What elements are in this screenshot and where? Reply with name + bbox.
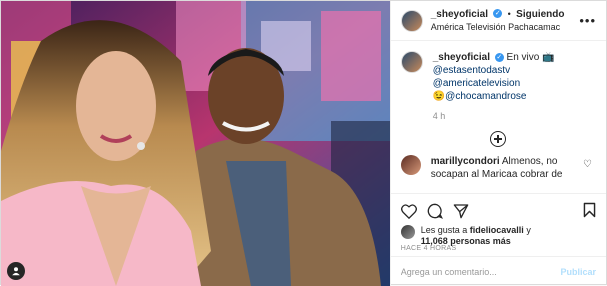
- post-photo-illustration: [1, 1, 390, 286]
- verified-badge-icon: ✓: [494, 52, 504, 62]
- liker-avatar[interactable]: [400, 225, 415, 239]
- mention-link[interactable]: @estasentodastv: [433, 65, 510, 76]
- comment-icon[interactable]: [427, 203, 443, 219]
- likes-summary: Les gusta a fideliocavalli y 11,068 pers…: [400, 225, 596, 247]
- likes-prefix: Les gusta a: [420, 225, 468, 235]
- comment-item: marillycondori Almenos, no socapan al Ma…: [400, 155, 596, 181]
- caption-live-text: En vivo: [506, 52, 540, 63]
- mention-link[interactable]: @chocamandrose: [445, 91, 526, 102]
- post-sidebar: _sheyoficial ✓ • Siguiendo América Telev…: [389, 1, 606, 286]
- following-button[interactable]: Siguiendo: [516, 9, 564, 20]
- more-options-icon[interactable]: •••: [579, 13, 596, 28]
- bookmark-icon[interactable]: [583, 202, 596, 221]
- plus-circle-icon[interactable]: [490, 131, 507, 147]
- mention-link[interactable]: @americatelevision: [433, 78, 520, 89]
- commenter-username[interactable]: marillycondori: [431, 156, 500, 167]
- post-header: _sheyoficial ✓ • Siguiendo América Telev…: [390, 1, 606, 41]
- user-tag-icon[interactable]: [7, 262, 25, 280]
- separator-dot: •: [507, 9, 511, 19]
- comments-section: _sheyoficial ✓ En vivo 📺 @estasentodastv…: [391, 41, 606, 193]
- commenter-avatar[interactable]: [400, 155, 421, 175]
- location-link[interactable]: América Televisión Pachacamac: [431, 21, 565, 34]
- add-comment-bar: Publicar: [390, 256, 606, 286]
- caption: _sheyoficial ✓ En vivo 📺 @estasentodastv…: [400, 51, 596, 103]
- likes-connector: y: [526, 225, 531, 235]
- comment-like-heart-icon[interactable]: ♡: [583, 159, 592, 170]
- heart-icon[interactable]: [400, 203, 417, 219]
- verified-badge-icon: ✓: [493, 9, 503, 19]
- liker-username[interactable]: fideliocavalli: [470, 225, 524, 235]
- caption-text: _sheyoficial ✓ En vivo 📺 @estasentodastv…: [433, 51, 596, 103]
- share-icon[interactable]: [453, 203, 469, 219]
- caption-avatar[interactable]: [400, 51, 423, 73]
- comment-text: marillycondori Almenos, no socapan al Ma…: [431, 155, 571, 181]
- caption-time[interactable]: 4 h: [433, 111, 596, 121]
- comment-input[interactable]: [400, 266, 551, 277]
- post-photo[interactable]: [1, 1, 390, 286]
- likes-count[interactable]: 11,068 personas más: [421, 236, 511, 246]
- post-header-text: _sheyoficial ✓ • Siguiendo América Telev…: [431, 7, 565, 34]
- username-link[interactable]: _sheyoficial: [431, 9, 488, 20]
- tv-emoji: 📺: [542, 52, 555, 63]
- wink-emoji: 😉: [432, 91, 446, 102]
- publish-button[interactable]: Publicar: [560, 267, 596, 277]
- instagram-post: _sheyoficial ✓ • Siguiendo América Telev…: [0, 0, 607, 286]
- caption-username[interactable]: _sheyoficial: [433, 52, 490, 63]
- avatar[interactable]: [400, 9, 423, 32]
- action-bar: Les gusta a fideliocavalli y 11,068 pers…: [390, 193, 606, 246]
